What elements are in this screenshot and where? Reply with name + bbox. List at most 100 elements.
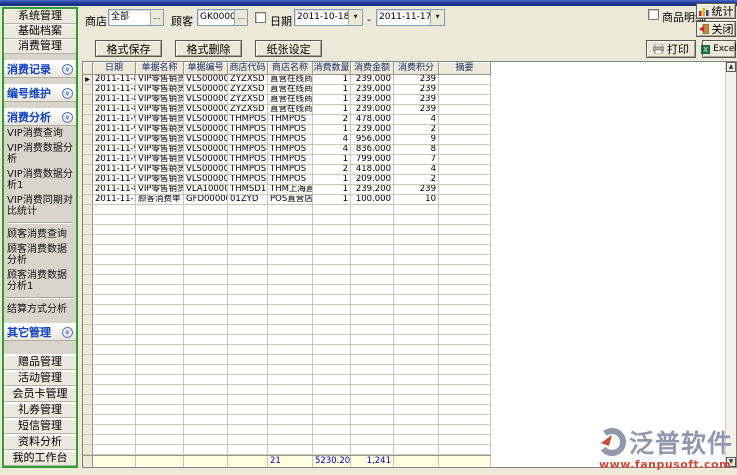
table-row[interactable] xyxy=(83,435,491,445)
table-row[interactable] xyxy=(83,335,491,345)
table-row[interactable]: 2011-11-9VIP零售销货VLS000003THMPOSTHMPOS247… xyxy=(83,115,491,125)
sidebar-section-other-management[interactable]: 其它管理 » xyxy=(4,323,76,341)
row-selector[interactable] xyxy=(83,315,93,325)
date-to-combobox[interactable]: 2011-11-17 ▼ xyxy=(376,9,445,26)
row-selector[interactable] xyxy=(83,415,93,425)
row-selector[interactable] xyxy=(83,235,93,245)
row-selector[interactable] xyxy=(83,215,93,225)
row-selector[interactable] xyxy=(83,425,93,435)
shop-input[interactable]: 全部 … xyxy=(108,9,164,26)
column-header[interactable]: 消费金额 xyxy=(351,62,394,75)
row-selector[interactable] xyxy=(83,155,93,165)
sidebar-item-activity-mgmt[interactable]: 活动管理 xyxy=(4,370,76,386)
table-row[interactable] xyxy=(83,395,491,405)
excel-button[interactable]: X Excel xyxy=(702,40,736,58)
table-row[interactable] xyxy=(83,255,491,265)
table-row[interactable]: 2011-11-9VIP零售销货VLS000004THMPOSTHMPOS495… xyxy=(83,135,491,145)
table-row[interactable] xyxy=(83,225,491,235)
row-selector[interactable] xyxy=(83,115,93,125)
sidebar-item-customer-consume-query[interactable]: 顾客消费查询 xyxy=(4,227,76,242)
table-row[interactable]: 2011-11-8VIP零售销货VLS000002ZYZXSD直营在线商店123… xyxy=(83,105,491,115)
row-selector[interactable] xyxy=(83,305,93,315)
table-row[interactable] xyxy=(83,205,491,215)
row-selector[interactable] xyxy=(83,345,93,355)
row-selector[interactable] xyxy=(83,265,93,275)
row-selector[interactable] xyxy=(83,175,93,185)
sidebar-item-data-analysis[interactable]: 资料分析 xyxy=(4,434,76,450)
sidebar-item-member-card-mgmt[interactable]: 会员卡管理 xyxy=(4,386,76,402)
chevron-down-icon[interactable]: ▼ xyxy=(348,10,362,25)
date-filter-checkbox[interactable] xyxy=(255,12,266,23)
table-row[interactable] xyxy=(83,355,491,365)
table-row[interactable]: 2011-11-8VIP零售销货VLS000002ZYZXSD直营在线商店123… xyxy=(83,95,491,105)
row-selector[interactable] xyxy=(83,435,93,445)
sidebar-item-basic-archive[interactable]: 基础档案 xyxy=(4,24,76,39)
table-row[interactable] xyxy=(83,215,491,225)
column-header[interactable]: 单据编号 xyxy=(184,62,228,75)
sidebar-item-vip-consume-data-analysis1[interactable]: VIP消费数据分析1 xyxy=(4,167,76,193)
row-selector[interactable] xyxy=(83,195,93,205)
table-row[interactable]: ▶2011-11-8VIP零售销货VLS000001ZYZXSD直营在线商店12… xyxy=(83,75,491,85)
table-row[interactable] xyxy=(83,235,491,245)
shop-browse-button[interactable]: … xyxy=(150,10,163,25)
close-button[interactable]: 关闭 xyxy=(696,21,736,37)
table-row[interactable] xyxy=(83,445,491,455)
table-row[interactable] xyxy=(83,365,491,375)
row-selector[interactable]: ▶ xyxy=(83,75,93,85)
format-save-button[interactable]: 格式保存 xyxy=(95,40,162,57)
column-header[interactable]: 商店代码 xyxy=(228,62,268,75)
sidebar-item-consume-mgmt[interactable]: 消费管理 xyxy=(4,39,76,54)
paper-setup-button[interactable]: 纸张设定 xyxy=(255,40,322,57)
table-row[interactable] xyxy=(83,295,491,305)
table-row[interactable] xyxy=(83,415,491,425)
print-button[interactable]: 打印 xyxy=(646,40,696,58)
row-selector[interactable] xyxy=(83,165,93,175)
row-selector[interactable] xyxy=(83,355,93,365)
sidebar-item-system-mgmt[interactable]: 系统管理 xyxy=(4,9,76,24)
chevron-down-icon[interactable]: ▼ xyxy=(430,10,444,25)
product-detail-checkbox[interactable] xyxy=(648,9,659,20)
table-row[interactable] xyxy=(83,285,491,295)
table-row[interactable] xyxy=(83,305,491,315)
sidebar-section-number-maintenance[interactable]: 编号维护 » xyxy=(4,84,76,102)
row-selector[interactable] xyxy=(83,445,93,455)
table-row[interactable]: 2011-11-9VIP零售销货VLS000006THMPOSTHMPOS241… xyxy=(83,165,491,175)
row-selector[interactable] xyxy=(83,255,93,265)
date-from-combobox[interactable]: 2011-10-18 ▼ xyxy=(294,9,363,26)
row-selector[interactable] xyxy=(83,295,93,305)
table-row[interactable] xyxy=(83,315,491,325)
table-row[interactable] xyxy=(83,425,491,435)
table-row[interactable] xyxy=(83,385,491,395)
row-selector[interactable] xyxy=(83,325,93,335)
customer-browse-button[interactable]: … xyxy=(234,10,247,25)
table-row[interactable]: 2011-11-9VIP零售销货VLS000006THMPOSTHMPOS120… xyxy=(83,175,491,185)
table-row[interactable] xyxy=(83,275,491,285)
chevron-collapse-icon[interactable]: » xyxy=(62,88,73,99)
sidebar-item-gift-mgmt[interactable]: 赠品管理 xyxy=(4,354,76,370)
row-selector[interactable] xyxy=(83,145,93,155)
row-selector[interactable] xyxy=(83,205,93,215)
sidebar-item-my-workbench[interactable]: 我的工作台 xyxy=(4,450,76,466)
row-selector[interactable] xyxy=(83,405,93,415)
table-row[interactable]: 2011-11-9VIP零售销货VLS000005THMPOSTHMPOS483… xyxy=(83,145,491,155)
vertical-scrollbar[interactable]: ▲ ▼ xyxy=(725,62,736,467)
sidebar-item-vip-consume-period-compare[interactable]: VIP消费同期对比统计 xyxy=(4,193,76,219)
sidebar-item-vip-consume-data-analysis[interactable]: VIP消费数据分析 xyxy=(4,141,76,167)
column-header[interactable]: 日期 xyxy=(93,62,136,75)
row-selector[interactable] xyxy=(83,135,93,145)
row-selector[interactable] xyxy=(83,335,93,345)
customer-input[interactable]: GK000001[大名 … xyxy=(197,9,248,26)
row-selector[interactable] xyxy=(83,375,93,385)
row-selector[interactable] xyxy=(83,395,93,405)
sidebar-item-sms-mgmt[interactable]: 短信管理 xyxy=(4,418,76,434)
sidebar-item-customer-consume-data-analysis1[interactable]: 顾客消费数据分析1 xyxy=(4,268,76,294)
sidebar-section-consume-analysis[interactable]: 消费分析 » xyxy=(4,108,76,126)
table-row[interactable] xyxy=(83,325,491,335)
column-header[interactable]: 商店名称 xyxy=(268,62,313,75)
table-row[interactable] xyxy=(83,345,491,355)
row-selector[interactable] xyxy=(83,185,93,195)
table-row[interactable]: 2011-11-9VIP零售销货VLS000006THMPOSTHMPOS179… xyxy=(83,155,491,165)
table-row[interactable] xyxy=(83,375,491,385)
column-header[interactable]: 摘要 xyxy=(439,62,491,75)
row-selector[interactable] xyxy=(83,285,93,295)
